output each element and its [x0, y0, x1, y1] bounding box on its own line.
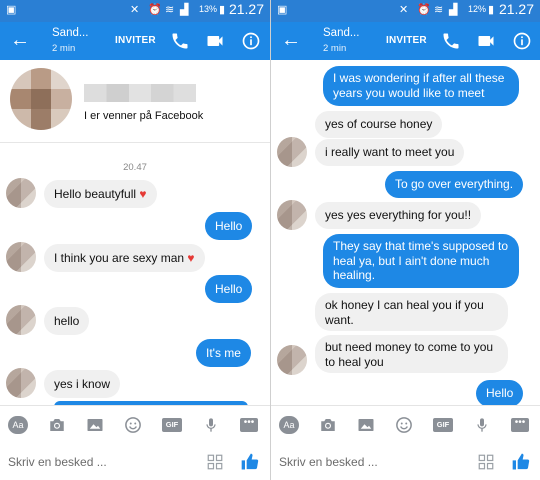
contact-avatar — [6, 368, 36, 398]
blurred-profile-name — [84, 84, 196, 102]
status-bar: ▣ ✕ ⏰ ≋ ▟ 12% ▮ 21.27 — [271, 0, 540, 22]
contact-avatar — [277, 200, 307, 230]
image-icon[interactable] — [357, 417, 375, 433]
gif-icon[interactable]: GIF — [162, 418, 182, 432]
message-input[interactable]: Skriv en besked ... — [8, 455, 107, 469]
image-icon[interactable] — [86, 417, 104, 433]
info-icon[interactable] — [241, 31, 261, 51]
emoji-icon[interactable] — [395, 416, 413, 434]
gif-icon[interactable]: GIF — [433, 418, 453, 432]
info-icon[interactable] — [512, 31, 532, 51]
message-bubble[interactable]: but need money to come to you to heal yo… — [315, 335, 508, 373]
phone-icon[interactable] — [441, 31, 461, 51]
microphone-icon[interactable] — [202, 417, 220, 433]
alarm-icon: ⏰ — [417, 4, 431, 16]
last-active: 2 min — [323, 43, 347, 54]
status-time: 21.27 — [498, 1, 534, 17]
message-bubble[interactable]: ok honey I can heal you if you want. — [315, 293, 508, 331]
composer-toolbar: Aa GIF ••• — [271, 405, 540, 443]
message-bubble[interactable]: Hello — [476, 380, 524, 407]
contact-avatar — [277, 137, 307, 167]
signal-icon: ▟ — [449, 4, 458, 16]
more-icon[interactable]: ••• — [511, 418, 529, 432]
contact-avatar — [6, 242, 36, 272]
mute-icon: ✕ — [130, 4, 140, 16]
alarm-icon: ⏰ — [148, 4, 162, 16]
message-bubble[interactable]: It's me — [196, 339, 251, 367]
heart-icon: ♥ — [139, 187, 147, 201]
battery-percent: 12% — [468, 4, 487, 14]
profile-photo[interactable] — [10, 68, 72, 130]
message-bubble[interactable]: To go over everything. — [385, 171, 524, 198]
message-composer: Skriv en besked ... — [271, 443, 540, 480]
text-format-icon[interactable]: Aa — [8, 416, 28, 434]
mute-icon: ✕ — [399, 4, 409, 16]
wifi-icon: ≋ — [434, 4, 444, 16]
message-bubble[interactable]: I was wondering if after all these years… — [323, 66, 519, 106]
contact-avatar — [6, 178, 36, 208]
stickers-icon[interactable] — [206, 453, 224, 471]
battery-icon: ▮ — [219, 4, 226, 16]
video-call-icon[interactable] — [205, 31, 225, 51]
contact-name[interactable]: Sand... — [323, 27, 359, 39]
like-thumb-icon[interactable] — [240, 452, 260, 472]
camera-icon[interactable] — [319, 417, 337, 433]
friends-notice: I er venner på Facebook — [84, 110, 204, 122]
divider — [0, 142, 270, 143]
status-bar: ▣ ✕ ⏰ ≋ ▟ 13% ▮ 21.27 — [0, 0, 270, 22]
contact-avatar — [277, 345, 307, 375]
message-bubble[interactable]: yes yes everything for you!! — [315, 202, 482, 229]
microphone-icon[interactable] — [473, 417, 491, 433]
conversation-header: ← Sand... 2 min INVITER — [271, 22, 540, 60]
back-arrow-icon[interactable]: ← — [10, 29, 30, 51]
message-bubble[interactable]: i really want to meet you — [315, 139, 465, 166]
back-arrow-icon[interactable]: ← — [281, 29, 301, 51]
message-bubble[interactable]: yes of course honey — [315, 111, 443, 138]
composer-toolbar: Aa GIF ••• — [0, 405, 270, 443]
message-bubble[interactable]: I think you are sexy man ♥ — [44, 244, 205, 272]
like-thumb-icon[interactable] — [511, 452, 531, 472]
message-input[interactable]: Skriv en besked ... — [279, 455, 378, 469]
emoji-icon[interactable] — [124, 416, 142, 434]
message-bubble[interactable]: hello — [44, 307, 90, 335]
message-bubble[interactable]: yes i know — [44, 370, 121, 398]
phone-icon[interactable] — [170, 31, 190, 51]
stickers-icon[interactable] — [477, 453, 495, 471]
invite-button[interactable]: INVITER — [386, 35, 427, 46]
wifi-icon: ≋ — [165, 4, 175, 16]
status-time: 21.27 — [228, 1, 264, 17]
signal-icon: ▟ — [180, 4, 189, 16]
camera-icon[interactable] — [48, 417, 66, 433]
battery-icon: ▮ — [488, 4, 495, 16]
message-timestamp: 20.47 — [123, 162, 147, 173]
message-bubble[interactable]: Hello — [205, 212, 253, 240]
gallery-icon: ▣ — [6, 4, 17, 16]
message-bubble[interactable]: Hello beautyfull ♥ — [44, 180, 157, 208]
conversation-header: ← Sand... 2 min INVITER — [0, 22, 270, 60]
right-screenshot: ▣ ✕ ⏰ ≋ ▟ 12% ▮ 21.27 ← Sand... 2 min IN… — [270, 0, 540, 480]
more-icon[interactable]: ••• — [240, 418, 258, 432]
message-bubble[interactable]: They say that time's supposed to heal ya… — [323, 234, 519, 288]
video-call-icon[interactable] — [476, 31, 496, 51]
text-format-icon[interactable]: Aa — [279, 416, 299, 434]
message-bubble[interactable]: Hello — [205, 275, 253, 303]
left-screenshot: ▣ ✕ ⏰ ≋ ▟ 13% ▮ 21.27 ← Sand... 2 min IN… — [0, 0, 270, 480]
heart-icon: ♥ — [187, 251, 195, 265]
invite-button[interactable]: INVITER — [115, 35, 156, 46]
gallery-icon: ▣ — [277, 4, 288, 16]
contact-avatar — [6, 305, 36, 335]
last-active: 2 min — [52, 43, 76, 54]
battery-percent: 13% — [199, 4, 218, 14]
contact-name[interactable]: Sand... — [52, 27, 88, 39]
message-composer: Skriv en besked ... — [0, 443, 270, 480]
